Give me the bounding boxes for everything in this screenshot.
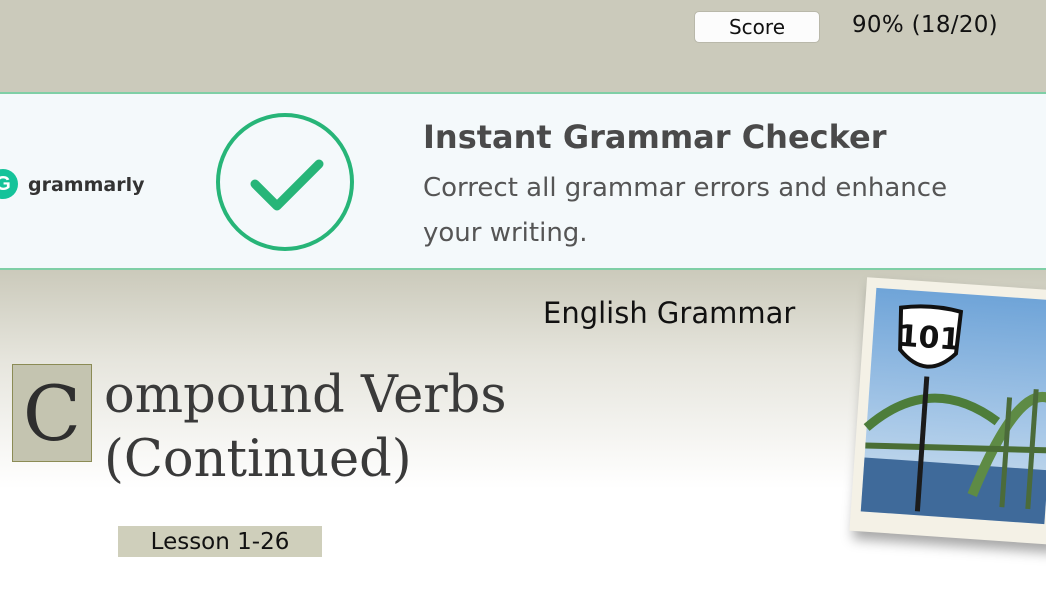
lesson-badge: Lesson 1-26 <box>118 526 322 557</box>
score-button[interactable]: Score <box>694 11 820 43</box>
highway-photo-image: 101 <box>860 287 1046 525</box>
title-dropcap: C <box>12 364 92 462</box>
grammarly-ad-banner[interactable]: G grammarly Instant Grammar Checker Corr… <box>0 92 1046 270</box>
grammarly-logo-icon: G <box>0 169 18 199</box>
score-value: 90% (18/20) <box>852 12 998 38</box>
ad-text: Correct all grammar errors and enhance y… <box>423 173 948 248</box>
page-title: ompound Verbs (Continued) <box>104 366 507 489</box>
highway-101-photo: 101 <box>849 277 1046 545</box>
top-bar: Score 90% (18/20) <box>0 0 1046 92</box>
check-circle-icon <box>216 113 354 251</box>
grammarly-brand: grammarly <box>28 174 145 196</box>
highway-sign-number: 101 <box>897 319 962 358</box>
ad-title: Instant Grammar Checker <box>423 118 887 156</box>
subject-label: English Grammar <box>543 296 796 330</box>
